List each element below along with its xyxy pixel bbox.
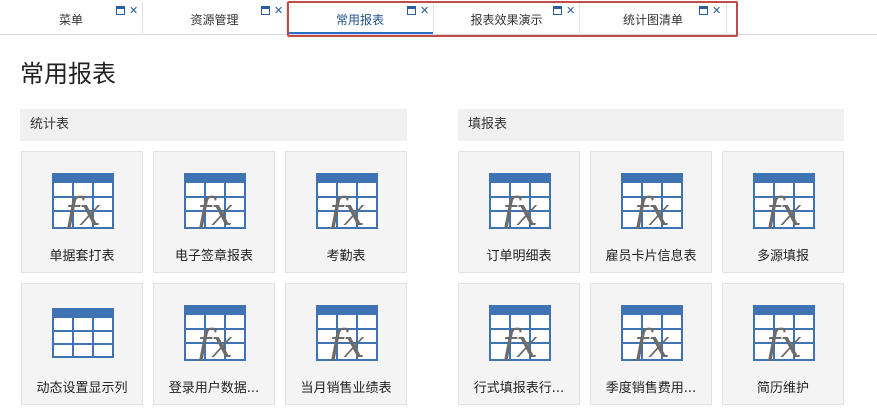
report-label: 动态设置显示列 bbox=[36, 381, 128, 396]
svg-text:fx: fx bbox=[763, 322, 802, 361]
formula-table-icon: fx bbox=[753, 173, 815, 229]
restore-icon[interactable] bbox=[553, 6, 562, 15]
report-label: 登录用户数据... bbox=[168, 381, 260, 396]
svg-text:fx: fx bbox=[763, 190, 802, 229]
svg-text:fx: fx bbox=[499, 322, 538, 361]
report-card[interactable]: fx 登录用户数据... bbox=[153, 283, 275, 405]
restore-icon[interactable] bbox=[261, 6, 270, 15]
svg-text:fx: fx bbox=[499, 190, 538, 229]
restore-icon[interactable] bbox=[116, 6, 125, 15]
report-card[interactable]: fx 行式填报表行... bbox=[458, 283, 580, 405]
close-icon[interactable]: ✕ bbox=[420, 5, 429, 16]
tab-menu[interactable]: 菜单 ✕ bbox=[0, 2, 143, 33]
svg-text:fx: fx bbox=[326, 322, 365, 361]
report-card[interactable]: fx 多源填报 bbox=[722, 151, 844, 273]
report-label: 订单明细表 bbox=[486, 249, 552, 264]
formula-table-icon: fx bbox=[52, 173, 114, 229]
tab-common-reports[interactable]: 常用报表 ✕ bbox=[287, 2, 434, 34]
formula-table-icon: fx bbox=[316, 305, 378, 361]
tab-report-demo[interactable]: 报表效果演示 ✕ bbox=[434, 2, 580, 33]
formula-table-icon: fx bbox=[621, 173, 683, 229]
close-icon[interactable]: ✕ bbox=[566, 5, 575, 16]
svg-text:fx: fx bbox=[326, 190, 365, 229]
report-card[interactable]: fx 季度销售费用... bbox=[590, 283, 712, 405]
formula-table-icon: fx bbox=[489, 173, 551, 229]
report-card[interactable]: fx 单据套打表 bbox=[21, 151, 143, 273]
page-title: 常用报表 bbox=[20, 60, 116, 88]
formula-table-icon: fx bbox=[621, 305, 683, 361]
formula-table-icon: fx bbox=[316, 173, 378, 229]
tab-resource-management[interactable]: 资源管理 ✕ bbox=[143, 2, 287, 33]
svg-text:fx: fx bbox=[631, 322, 670, 361]
svg-text:fx: fx bbox=[62, 190, 101, 229]
close-icon[interactable]: ✕ bbox=[274, 5, 283, 16]
close-icon[interactable]: ✕ bbox=[712, 5, 721, 16]
close-icon[interactable]: ✕ bbox=[129, 5, 138, 16]
report-label: 雇员卡片信息表 bbox=[605, 249, 697, 264]
tab-chart-list[interactable]: 统计图清单 ✕ bbox=[580, 2, 727, 33]
table-grid-icon bbox=[52, 308, 114, 358]
report-card[interactable]: fx 订单明细表 bbox=[458, 151, 580, 273]
section-header-statistics: 统计表 bbox=[20, 109, 407, 141]
report-label: 多源填报 bbox=[756, 249, 809, 264]
svg-text:fx: fx bbox=[194, 322, 233, 361]
report-label: 简历维护 bbox=[756, 381, 809, 396]
report-card[interactable]: fx 电子签章报表 bbox=[153, 151, 275, 273]
tab-bar: 菜单 ✕ 资源管理 ✕ 常用报表 ✕ 报表效果演示 ✕ 统计图清单 ✕ bbox=[0, 0, 877, 35]
report-label: 当月销售业绩表 bbox=[300, 381, 392, 396]
restore-icon[interactable] bbox=[407, 6, 416, 15]
formula-table-icon: fx bbox=[489, 305, 551, 361]
report-label: 季度销售费用... bbox=[605, 381, 697, 396]
report-card[interactable]: 动态设置显示列 bbox=[21, 283, 143, 405]
report-label: 考勤表 bbox=[326, 249, 366, 264]
restore-icon[interactable] bbox=[699, 6, 708, 15]
formula-table-icon: fx bbox=[184, 173, 246, 229]
svg-text:fx: fx bbox=[194, 190, 233, 229]
report-card[interactable]: fx 考勤表 bbox=[285, 151, 407, 273]
formula-table-icon: fx bbox=[184, 305, 246, 361]
svg-text:fx: fx bbox=[631, 190, 670, 229]
section-header-fill-in: 填报表 bbox=[458, 109, 844, 141]
report-label: 单据套打表 bbox=[49, 249, 115, 264]
report-card[interactable]: fx 雇员卡片信息表 bbox=[590, 151, 712, 273]
report-card[interactable]: fx 简历维护 bbox=[722, 283, 844, 405]
report-card[interactable]: fx 当月销售业绩表 bbox=[285, 283, 407, 405]
report-label: 行式填报表行... bbox=[473, 381, 565, 396]
report-label: 电子签章报表 bbox=[174, 249, 253, 264]
formula-table-icon: fx bbox=[753, 305, 815, 361]
